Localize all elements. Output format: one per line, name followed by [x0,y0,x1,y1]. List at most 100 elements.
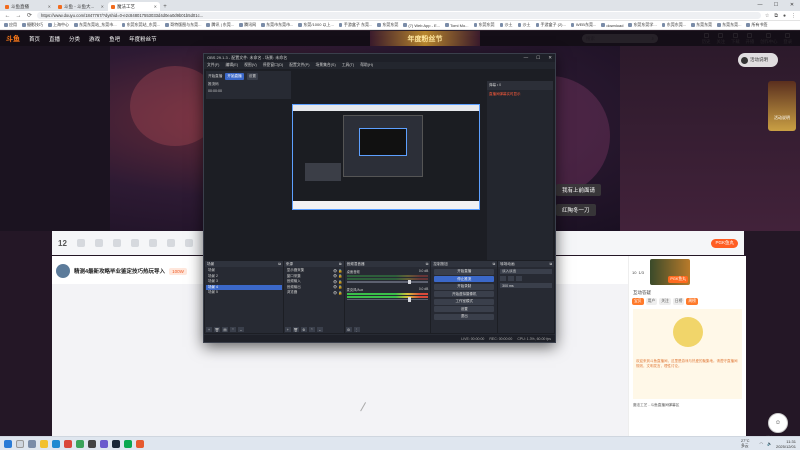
bookmark-item[interactable]: 沙土 [499,22,513,28]
live-start-button[interactable]: 开始直播 [225,73,244,80]
down-icon[interactable]: ⌄ [316,327,323,332]
visibility-lock-icons[interactable]: 👁 🔒 [333,291,343,295]
dock-menu-icon[interactable]: ⧉ [278,262,281,266]
bookmark-item[interactable]: 东莞东莞学... [628,22,657,28]
customer-service-icon[interactable]: ☺ [768,413,788,433]
bookmark-item[interactable]: 腾讯 | 东莞... [206,22,234,28]
transition-duration[interactable]: 300 ms [500,283,553,288]
live-settings-button[interactable]: 设置 [246,73,258,80]
rp-tab[interactable]: 关注 [659,298,671,305]
maximize-icon[interactable]: ☐ [536,55,540,61]
volume-slider[interactable] [346,297,429,302]
gear-icon[interactable]: ⚙ [345,327,352,332]
clock[interactable]: 11:31 2025/12/01 [776,439,796,449]
rp-tab[interactable]: 用户 [645,298,658,305]
gear-icon[interactable]: ⚙ [300,327,307,332]
dock-menu-icon[interactable]: ⧉ [493,262,496,266]
browser-tab-3[interactable]: 魔法工艺 ✕ [108,2,160,11]
obs-menu-item[interactable]: 编辑(E) [225,63,238,68]
app-icon[interactable] [64,439,72,448]
app-icon[interactable] [100,439,108,448]
gift-item[interactable] [148,238,157,248]
add-icon[interactable] [500,276,507,281]
reload-icon[interactable]: ⟳ [26,12,33,19]
windows-start-icon[interactable] [4,439,12,448]
bookmark-item[interactable]: 手游盒子 (2)... [535,22,566,28]
start-streaming-button[interactable]: 开始直播 [434,268,495,275]
bookmark-item[interactable]: 东莞市东莞市... [261,22,293,28]
volume-icon[interactable]: 🔈 [767,441,772,446]
close-icon[interactable]: ✕ [548,55,552,61]
browser-tab-1[interactable]: 斗鱼直播 ✕ [2,2,54,11]
gift-item[interactable] [166,238,175,248]
rp-tab[interactable]: 日榜 [672,298,685,305]
back-icon[interactable]: ← [4,13,11,19]
nav-category[interactable]: 分类 [69,35,80,43]
close-tab-icon[interactable]: ✕ [154,4,157,9]
obs-menu-item[interactable]: 帮助(H) [360,63,373,68]
add-icon[interactable]: + [284,327,291,332]
remove-icon[interactable]: 🗑 [292,327,299,332]
bookmark-item[interactable]: download [601,23,623,28]
up-icon[interactable]: ⌃ [308,327,315,332]
visibility-lock-icons[interactable]: 👁 🔒 [333,274,343,278]
close-tab-icon[interactable]: ✕ [48,4,51,9]
edge-icon[interactable] [52,439,60,448]
streamer-avatar[interactable] [56,264,70,278]
new-tab-button[interactable]: + [161,2,169,11]
bookmark-item[interactable]: 东莞/1000 以上... [298,22,334,28]
close-icon[interactable]: ✕ [784,0,800,10]
visibility-lock-icons[interactable]: 👁 🔒 [333,269,343,273]
scene-item[interactable]: 场景 5 [206,290,282,296]
minimize-icon[interactable]: — [524,55,529,61]
nav-yuba[interactable]: 鱼吧 [109,35,120,43]
bookmark-item[interactable]: 手游盒子 东莞... [338,22,372,28]
bookmark-item[interactable]: 东莞东莞... [717,22,741,28]
steam-icon[interactable] [112,439,120,448]
bookmark-item[interactable]: 东莞东莞... [661,22,686,28]
menu-icon[interactable]: ⋮ [791,13,796,19]
bookmark-item[interactable]: 上海中心 [48,22,69,28]
transition-select[interactable]: 淡入淡出 [500,269,553,274]
remove-icon[interactable]: 🗑 [214,327,220,332]
promo-thumbnail[interactable]: PGK鱼丸 [650,259,691,285]
source-item[interactable]: 浏览器 👁 🔒 [285,290,343,296]
obs-preview-canvas[interactable] [292,104,480,210]
virtual-camera-button[interactable]: 开始虚拟摄像机 [434,291,495,297]
add-icon[interactable]: + [206,327,212,332]
dock-menu-icon[interactable]: ⧉ [426,262,429,266]
slider-handle[interactable] [407,279,411,284]
minimize-icon[interactable]: — [752,0,768,10]
nav-game[interactable]: 游戏 [89,35,100,43]
settings-button[interactable]: 设置 [434,306,495,312]
obs-menu-item[interactable]: 视图(V) [244,63,257,68]
down-icon[interactable]: ⌄ [238,327,244,332]
bookmark-item[interactable]: 摄影技巧 [22,22,43,28]
event-side-badge[interactable]: 活动说明 [768,81,796,131]
dock-menu-icon[interactable]: ⧉ [549,262,552,266]
visibility-lock-icons[interactable]: 👁 🔒 [333,285,343,289]
obs-menu-item[interactable]: 工具(T) [342,63,354,68]
studio-mode-button[interactable]: 工作室模式 [434,298,495,305]
bookmark-item[interactable]: 东莞东莞站_东莞... [121,22,160,28]
browser-tab-2[interactable]: 斗鱼 - 斗鱼大... ✕ [55,2,107,11]
more-icon[interactable] [516,276,523,281]
close-tab-icon[interactable]: ✕ [101,4,104,9]
chrome-icon[interactable] [76,439,84,448]
extensions-icon[interactable]: ⧉ [774,13,778,19]
gift-item[interactable] [76,238,85,248]
app-icon[interactable] [136,439,144,448]
obs-menu-item[interactable]: 场景集合(S) [315,63,335,68]
douyu-logo[interactable]: 斗鱼 [6,34,20,44]
more-icon[interactable]: ⋮ [353,327,360,332]
rp-tab[interactable]: 周榜 [686,298,698,305]
stop-streaming-button[interactable]: 停止推流 [434,276,495,282]
search-icon[interactable] [16,439,24,448]
nav-fan-festival[interactable]: 年度粉丝节 [129,35,157,43]
bookmark-item[interactable]: 沙土 [517,22,531,28]
bookmark-item[interactable]: 东莞东莞 [377,22,398,28]
dock-menu-icon[interactable]: ⧉ [339,262,342,266]
gift-item[interactable] [94,238,103,248]
volume-slider[interactable] [346,279,429,284]
nav-home[interactable]: 首页 [29,35,40,43]
